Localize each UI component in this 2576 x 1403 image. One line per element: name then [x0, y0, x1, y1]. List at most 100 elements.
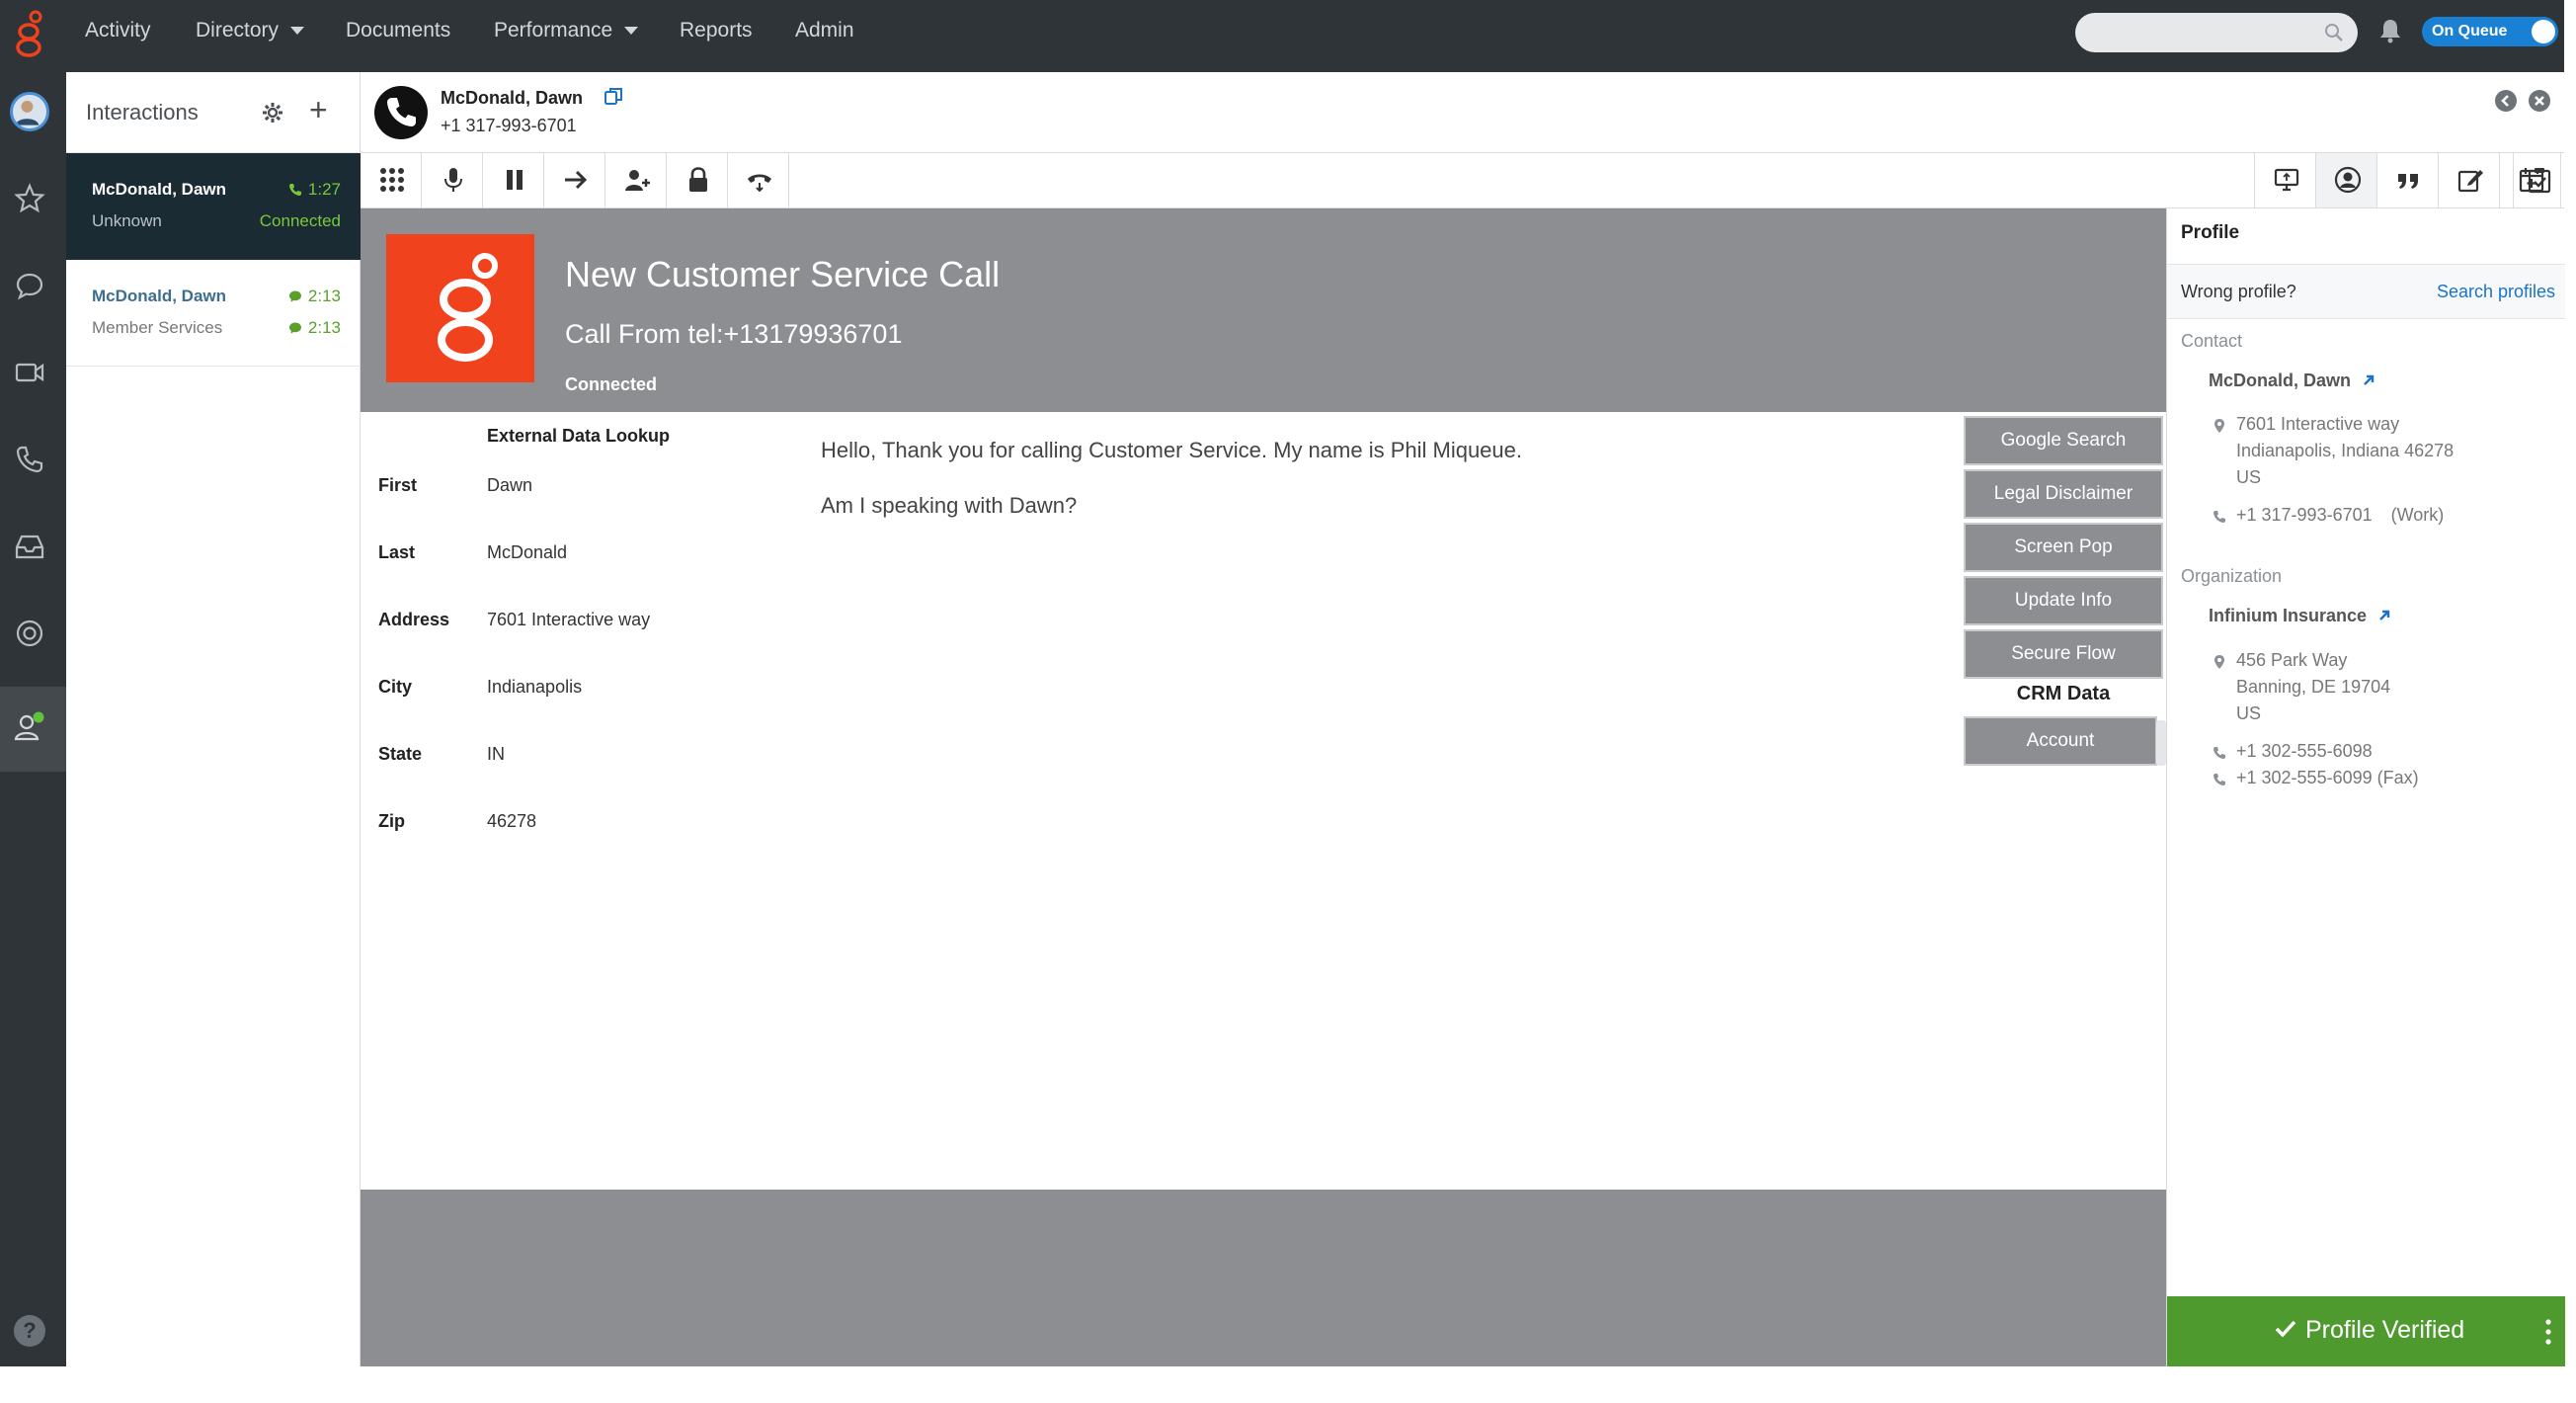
interactions-title: Interactions [86, 100, 199, 124]
screen-pop-button[interactable]: Screen Pop [1964, 523, 2163, 572]
genesys-logo-icon[interactable] [14, 8, 47, 61]
interaction-card-active[interactable]: McDonald, Dawn Unknown 1:27 Connected [66, 153, 361, 260]
organization-section-label: Organization [2181, 566, 2283, 586]
checkmark-icon [2275, 1320, 2296, 1338]
external-link-icon [2364, 374, 2375, 385]
profile-verified-button[interactable]: Profile Verified [2167, 1296, 2565, 1366]
field-label-state: State [378, 744, 423, 764]
org-phone[interactable]: +1 302-555-6098 [2236, 741, 2373, 762]
external-link-icon [2379, 610, 2390, 620]
notes-tab-button[interactable] [2438, 153, 2499, 207]
location-pin-icon [2214, 655, 2224, 669]
script-panel: New Customer Service Call Call From tel:… [361, 208, 2166, 1366]
update-info-button[interactable]: Update Info [1964, 576, 2163, 625]
contact-address-line2: Indianapolis, Indiana 46278 [2236, 441, 2455, 460]
search-profiles-link[interactable]: Search profiles [2437, 282, 2555, 302]
contact-address-line1: 7601 Interactive way [2236, 414, 2400, 434]
phone-icon[interactable] [14, 444, 45, 475]
close-interaction-button[interactable] [2529, 90, 2550, 112]
contact-phone-row[interactable]: +1 317-993-6701 (Work) [2236, 505, 2444, 526]
nav-activity[interactable]: Activity [85, 0, 151, 61]
screen-share-button[interactable] [2254, 153, 2315, 207]
inbox-icon[interactable] [14, 531, 45, 562]
left-rail: ? [0, 72, 66, 1366]
chevron-down-icon [290, 27, 305, 36]
toggle-knob [2532, 20, 2555, 43]
support-lifebuoy-icon[interactable] [14, 618, 45, 649]
video-icon[interactable] [14, 357, 45, 388]
account-button[interactable]: Account [1964, 716, 2157, 766]
contact-name: McDonald, Dawn [2209, 371, 2352, 390]
resize-handle[interactable] [2156, 720, 2166, 766]
genesys-logo-icon [438, 253, 498, 362]
user-avatar-icon [15, 100, 40, 125]
collapse-left-button[interactable] [2495, 90, 2517, 112]
contact-name-link[interactable]: McDonald, Dawn [2209, 371, 2375, 391]
profile-verified-label: Profile Verified [2274, 1316, 2464, 1345]
google-search-button[interactable]: Google Search [1964, 416, 2163, 465]
org-fax[interactable]: +1 302-555-6099 (Fax) [2236, 768, 2419, 788]
nav-admin[interactable]: Admin [795, 0, 854, 61]
dialpad-button[interactable] [361, 153, 422, 207]
nav-activity-label: Activity [85, 19, 151, 41]
interaction-card-chat[interactable]: McDonald, Dawn Member Services 2:13 2:13 [66, 260, 361, 367]
agent-status-icon[interactable] [14, 710, 45, 742]
nav-performance-label: Performance [494, 19, 613, 41]
copy-icon[interactable] [603, 86, 624, 108]
field-value-city: Indianapolis [487, 677, 583, 697]
nav-documents[interactable]: Documents [346, 0, 450, 61]
help-icon[interactable]: ? [14, 1315, 45, 1347]
clipboard-check-icon [2528, 168, 2551, 194]
interaction-timer-value: 2:13 [307, 287, 341, 305]
phone-icon [2214, 747, 2225, 759]
wrong-profile-label: Wrong profile? [2181, 282, 2296, 301]
hangup-icon [748, 174, 771, 193]
field-value-address: 7601 Interactive way [487, 610, 651, 629]
disconnect-button[interactable] [728, 153, 789, 207]
chat-icon[interactable] [14, 270, 45, 301]
user-avatar[interactable] [10, 92, 49, 131]
top-navigation-bar: Activity Directory Documents Performance… [0, 0, 2564, 72]
gear-icon[interactable] [262, 102, 283, 124]
contact-address-line3: US [2236, 467, 2262, 487]
dialpad-icon [380, 168, 404, 192]
nav-performance[interactable]: Performance [494, 0, 639, 61]
secure-pause-button[interactable] [667, 153, 728, 207]
script-greeting-line: Hello, Thank you for calling Customer Se… [821, 438, 1523, 462]
interaction-timer-value: 1:27 [307, 180, 341, 199]
chat-bubble-icon [288, 290, 301, 302]
more-vertical-icon[interactable] [2545, 1318, 2551, 1346]
nav-directory[interactable]: Directory [196, 0, 305, 61]
bell-icon[interactable] [2378, 18, 2402, 43]
monitor-icon [2274, 168, 2299, 192]
legal-disclaimer-button[interactable]: Legal Disclaimer [1964, 469, 2163, 519]
interaction-timer: 1:27 [288, 180, 341, 200]
field-label-last: Last [378, 542, 416, 562]
call-toolbar [361, 153, 2564, 208]
add-participant-button[interactable] [605, 153, 667, 207]
lock-icon [689, 167, 707, 192]
contact-section-label: Contact [2181, 331, 2243, 351]
organization-name-link[interactable]: Infinium Insurance [2209, 606, 2391, 626]
transfer-button[interactable] [544, 153, 605, 207]
secure-flow-button[interactable]: Secure Flow [1964, 629, 2163, 679]
script-banner: New Customer Service Call Call From tel:… [361, 208, 2166, 412]
interaction-sub: Unknown [92, 211, 162, 230]
external-data-title: External Data Lookup [487, 426, 671, 446]
global-search-input[interactable] [2075, 13, 2358, 52]
nav-reports[interactable]: Reports [680, 0, 753, 61]
star-icon[interactable] [14, 183, 45, 214]
call-header: McDonald, Dawn +1 317-993-6701 [361, 72, 2564, 153]
caller-name: McDonald, Dawn [441, 88, 584, 108]
profile-tab-button[interactable] [2315, 153, 2376, 207]
scripts-tab-button[interactable] [2376, 153, 2438, 207]
quote-icon [2398, 174, 2418, 189]
hold-button[interactable] [483, 153, 544, 207]
add-interaction-button[interactable]: + [309, 94, 328, 125]
mute-button[interactable] [422, 153, 483, 207]
on-queue-toggle[interactable]: On Queue [2422, 17, 2558, 46]
interaction-timer: 2:13 [288, 287, 341, 306]
edit-icon [2457, 170, 2483, 193]
wrapup-tab-button[interactable] [2513, 153, 2564, 207]
search-icon [2325, 24, 2343, 41]
